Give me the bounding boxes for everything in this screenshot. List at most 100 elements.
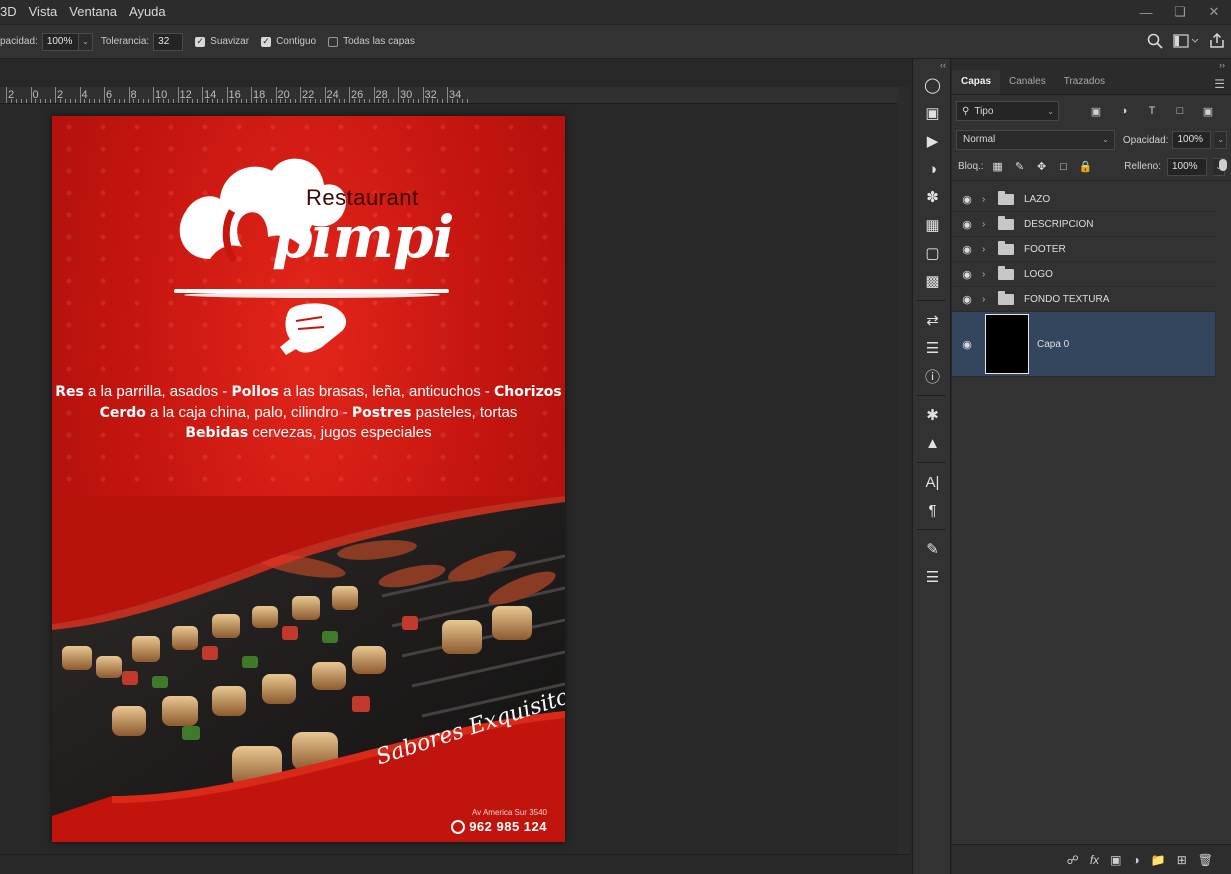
lock-position-icon[interactable]: ✥	[1034, 159, 1050, 175]
chevron-right-icon[interactable]: ›	[982, 294, 992, 305]
visibility-eye-icon[interactable]: ◉	[952, 243, 982, 256]
actions-play-icon[interactable]: ▶	[913, 127, 952, 155]
ruler-tick	[59, 99, 61, 103]
layer-group-logo[interactable]: ◉ › LOGO	[952, 262, 1215, 287]
character-icon[interactable]: A|	[913, 468, 952, 496]
menu-vista[interactable]: Vista	[23, 0, 64, 24]
swatches-icon[interactable]: ▦	[913, 211, 952, 239]
delete-layer-icon[interactable]: 🗑	[1198, 853, 1213, 867]
visibility-eye-icon[interactable]: ◉	[952, 293, 982, 306]
layer-opacity-field[interactable]: 100%	[1172, 131, 1212, 149]
antialias-checkbox[interactable]: ✓	[195, 36, 206, 47]
filter-smart-object-icon[interactable]: ▣	[1197, 101, 1219, 121]
visibility-eye-icon[interactable]: ◉	[952, 218, 982, 231]
visibility-eye-icon[interactable]: ◉	[952, 193, 982, 206]
panel-scroll-handle[interactable]	[1219, 159, 1227, 171]
search-icon[interactable]	[1147, 33, 1163, 52]
ruler-tick	[55, 87, 56, 103]
contiguous-checkbox[interactable]: ✓	[261, 36, 272, 47]
layer-capa-0[interactable]: ◉ Capa 0	[952, 312, 1215, 377]
ruler-tick	[50, 99, 52, 103]
new-group-icon[interactable]: 📁	[1151, 853, 1166, 867]
layer-group-lazo[interactable]: ◉ › LAZO	[952, 187, 1215, 212]
lock-all-icon[interactable]: 🔒	[1078, 159, 1094, 175]
ruler-tick	[104, 87, 105, 103]
ruler-tick	[192, 99, 194, 103]
link-layers-icon[interactable]: ☍	[1067, 853, 1079, 867]
divider	[917, 462, 946, 463]
share-icon[interactable]	[1209, 32, 1225, 52]
close-icon[interactable]: ✕	[1197, 0, 1231, 24]
lightbulb-icon[interactable]: ◯	[913, 71, 952, 99]
adjustments-icon[interactable]: ◑	[913, 155, 952, 183]
menu-ventana[interactable]: Ventana	[63, 0, 123, 24]
blend-mode-select[interactable]: Normal ⌄	[956, 130, 1115, 150]
lock-brush-icon[interactable]: ✎	[1012, 159, 1028, 175]
filter-shape-icon[interactable]: □	[1169, 101, 1191, 121]
filter-adjustment-icon[interactable]: ◑	[1113, 101, 1135, 121]
tolerance-field[interactable]: 32	[153, 32, 184, 51]
tool-presets-icon[interactable]: ☰	[913, 563, 952, 591]
properties-icon[interactable]: ✽	[913, 183, 952, 211]
workspace-icon[interactable]	[1173, 34, 1199, 51]
collapse-strip-icon[interactable]: ‹‹	[913, 59, 950, 71]
layer-style-fx-icon[interactable]: fx	[1090, 853, 1099, 867]
navigator-icon[interactable]: ✱	[913, 401, 952, 429]
chevron-right-icon[interactable]: ›	[982, 194, 992, 205]
panel-menu-icon[interactable]: ☰	[1214, 77, 1225, 91]
gradients-icon[interactable]: ▢	[913, 239, 952, 267]
histogram-icon[interactable]: ▲	[913, 429, 952, 457]
filter-type-icon[interactable]: T	[1141, 101, 1163, 121]
ruler-tick	[123, 99, 125, 103]
vertical-scrollbar[interactable]	[897, 87, 910, 854]
patterns-icon[interactable]: ▩	[913, 267, 952, 295]
ruler-label: 12	[179, 89, 192, 101]
canvas-flyer[interactable]: Restaurant pimpi Res a la parrilla, asad…	[52, 116, 565, 842]
layer-group-descripcion[interactable]: ◉ › DESCRIPCION	[952, 212, 1215, 237]
description-line: Cerdo a la caja china, palo, cilindro - …	[52, 403, 565, 424]
libraries-icon[interactable]: ☰	[913, 334, 952, 362]
chevron-right-icon[interactable]: ›	[982, 244, 992, 255]
opacity-field[interactable]: 100%	[41, 32, 79, 51]
tab-capas[interactable]: Capas	[952, 70, 1001, 94]
info-icon[interactable]: ⓘ	[913, 362, 952, 390]
history-icon[interactable]: ▣	[913, 99, 952, 127]
ruler-tick	[202, 87, 203, 103]
chevron-right-icon[interactable]: ›	[982, 219, 992, 230]
fill-field[interactable]: 100%	[1167, 157, 1207, 176]
tab-trazados[interactable]: Trazados	[1055, 70, 1114, 94]
ruler-tick	[113, 99, 115, 103]
brushes-icon[interactable]: ⇄	[913, 306, 952, 334]
flyer-footer: Av America Sur 3540 962 985 124	[451, 808, 547, 834]
add-mask-icon[interactable]: ▣	[1110, 853, 1121, 867]
lock-artboard-icon[interactable]: □	[1056, 159, 1072, 175]
ruler-tick	[393, 99, 395, 103]
restore-icon[interactable]: ❏	[1163, 0, 1197, 24]
ruler-tick	[118, 99, 120, 103]
layer-name: FONDO TEXTURA	[1024, 293, 1110, 305]
new-layer-icon[interactable]: ⊞	[1177, 853, 1187, 867]
menu-ayuda[interactable]: Ayuda	[123, 0, 172, 24]
visibility-eye-icon[interactable]: ◉	[952, 268, 982, 281]
layer-filter-select[interactable]: ⚲ Tipo ⌄	[956, 101, 1059, 121]
visibility-eye-icon[interactable]: ◉	[952, 338, 982, 351]
horizontal-ruler[interactable]: 2 0 2 4 6 8 10 12 14 16 18 20 22 24 26 28 30 32 34	[0, 87, 897, 104]
description-line: Bebidas cervezas, jugos especiales	[52, 423, 565, 444]
minimize-icon[interactable]: —	[1129, 0, 1163, 24]
opacity-dropdown-icon[interactable]: ⌄	[78, 32, 93, 51]
ruler-tick	[270, 99, 272, 103]
menu-3d[interactable]: 3D	[0, 0, 23, 24]
paragraph-icon[interactable]: ¶	[913, 496, 952, 524]
filter-pixel-icon[interactable]: ▣	[1085, 101, 1107, 121]
phone-number: 962 985 124	[469, 819, 547, 834]
chevron-right-icon[interactable]: ›	[982, 269, 992, 280]
layer-group-footer[interactable]: ◉ › FOOTER	[952, 237, 1215, 262]
new-adjustment-icon[interactable]: ◑	[1133, 853, 1140, 867]
lock-transparency-icon[interactable]: ▦	[990, 159, 1006, 175]
brush-settings-icon[interactable]: ✎	[913, 535, 952, 563]
tab-canales[interactable]: Canales	[1000, 70, 1055, 94]
layer-group-fondo-textura[interactable]: ◉ › FONDO TEXTURA	[952, 287, 1215, 312]
ruler-tick	[172, 99, 174, 103]
all-layers-checkbox[interactable]	[328, 36, 339, 47]
chevron-down-icon[interactable]: ⌄	[1215, 131, 1227, 149]
